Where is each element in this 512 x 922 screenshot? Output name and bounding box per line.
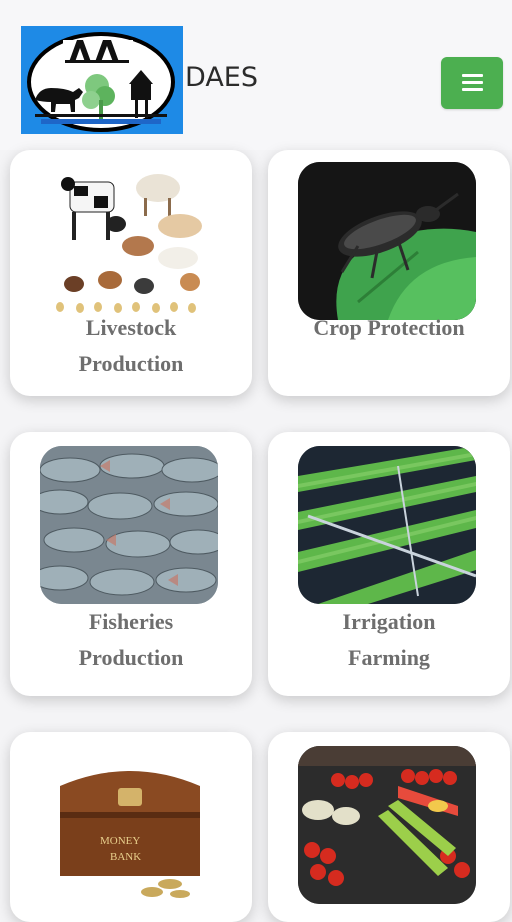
card-money-bank[interactable]: MONEY BANK bbox=[10, 732, 252, 922]
category-grid: Livestock Production Crop Protection Fis… bbox=[0, 150, 512, 922]
menu-button[interactable] bbox=[441, 57, 503, 109]
vegetable-market-image bbox=[298, 746, 476, 904]
card-label: Fisheries Production bbox=[78, 609, 184, 670]
svg-text:MONEY: MONEY bbox=[100, 835, 140, 847]
daes-logo[interactable] bbox=[21, 26, 183, 134]
irrigation-field-image bbox=[298, 446, 476, 604]
fish-image bbox=[40, 446, 218, 604]
card-livestock-production[interactable]: Livestock Production bbox=[10, 150, 252, 396]
brand-title: DAES bbox=[185, 62, 258, 93]
card-label: Crop Protection bbox=[313, 315, 465, 340]
card-crop-protection[interactable]: Crop Protection bbox=[268, 150, 510, 396]
card-label: Livestock Production bbox=[78, 315, 184, 376]
money-bank-image: MONEY BANK bbox=[40, 746, 218, 904]
livestock-image bbox=[40, 162, 218, 320]
card-irrigation-farming[interactable]: Irrigation Farming bbox=[268, 432, 510, 696]
card-vegetable-market[interactable] bbox=[268, 732, 510, 922]
card-fisheries-production[interactable]: Fisheries Production bbox=[10, 432, 252, 696]
svg-text:BANK: BANK bbox=[110, 851, 141, 863]
card-label: Irrigation Farming bbox=[342, 609, 436, 670]
app-header: DAES bbox=[0, 0, 512, 150]
beetle-image bbox=[298, 162, 476, 320]
